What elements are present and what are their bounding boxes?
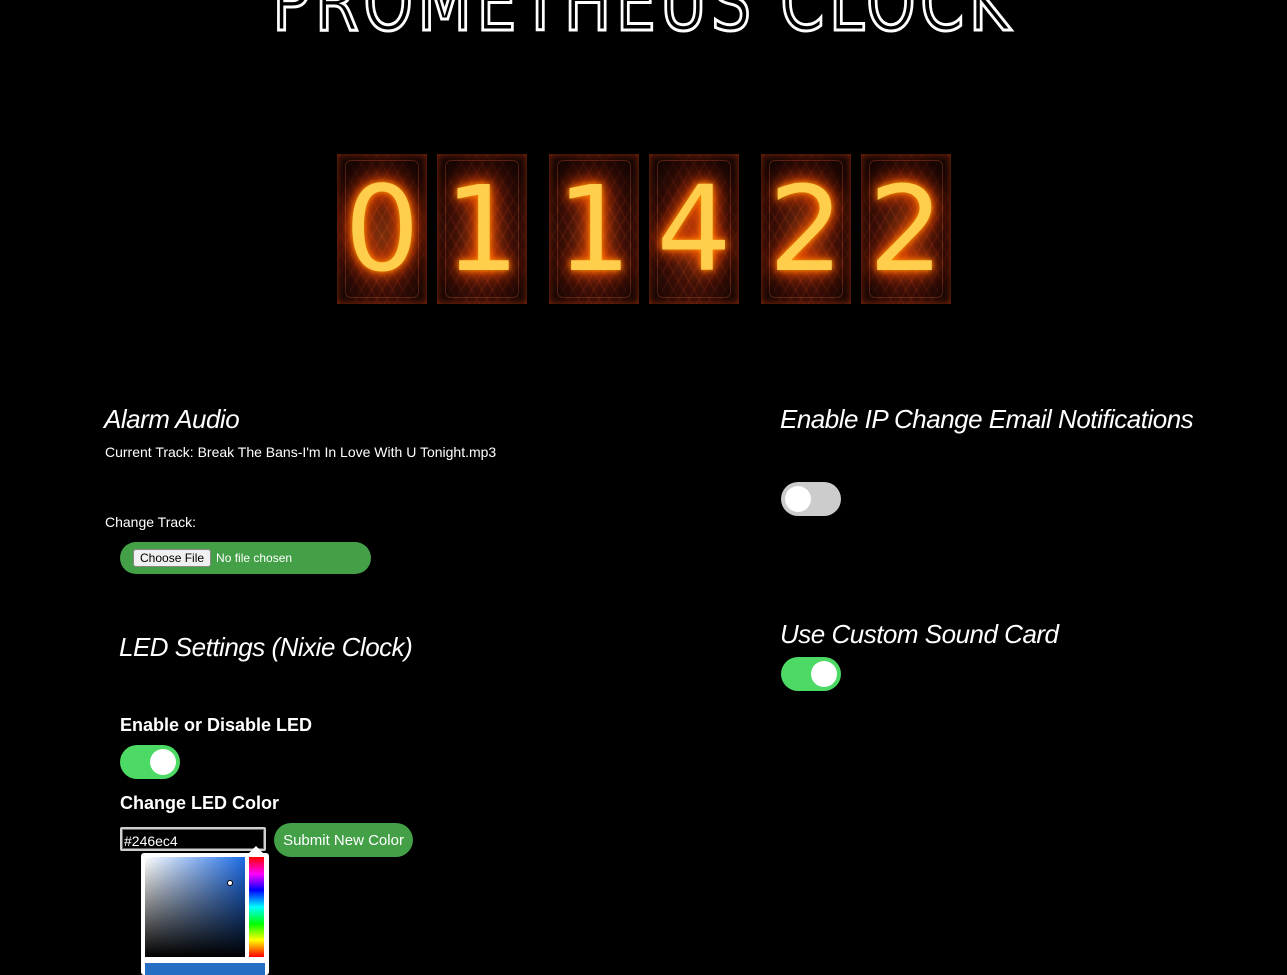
ip-notifications-toggle[interactable]	[781, 482, 841, 516]
nixie-tube: 2	[761, 154, 851, 304]
led-settings-heading: LED Settings (Nixie Clock)	[119, 632, 413, 662]
toggle-knob	[811, 661, 837, 687]
nixie-digit: 4	[656, 160, 732, 298]
nixie-tube: 2	[861, 154, 951, 304]
nixie-digit: 0	[344, 160, 420, 298]
page-title: PROMETHEUS CLOCK	[271, 0, 1015, 49]
current-track-text: Current Track: Break The Bans-I'm In Lov…	[105, 444, 497, 460]
nixie-tube: 1	[437, 154, 527, 304]
color-picker-handle[interactable]	[227, 880, 233, 886]
hue-slider[interactable]	[249, 857, 264, 957]
nixie-digit: 1	[444, 160, 520, 298]
submit-color-button[interactable]: Submit New Color	[274, 823, 413, 857]
nixie-tube: 0	[337, 154, 427, 304]
nixie-digit: 2	[868, 160, 944, 298]
custom-sound-card-heading: Use Custom Sound Card	[780, 619, 1059, 649]
nixie-tube: 4	[649, 154, 739, 304]
alarm-audio-heading: Alarm Audio	[104, 404, 240, 434]
nixie-tube: 1	[549, 154, 639, 304]
file-status-text: No file chosen	[216, 551, 293, 565]
color-preview-swatch	[145, 963, 265, 975]
choose-file-button[interactable]: Choose File	[133, 549, 212, 567]
toggle-knob	[785, 486, 811, 512]
ip-notifications-heading: Enable IP Change Email Notifications	[780, 404, 1194, 434]
saturation-value-area[interactable]	[145, 857, 245, 957]
enable-led-toggle[interactable]	[120, 745, 180, 779]
color-picker-popup	[141, 846, 269, 975]
change-led-color-label: Change LED Color	[120, 793, 280, 813]
change-track-label: Change Track:	[105, 514, 197, 530]
enable-led-label: Enable or Disable LED	[120, 715, 313, 735]
led-color-input[interactable]: #246ec4	[120, 827, 266, 851]
file-upload-field[interactable]: Choose File No file chosen	[120, 542, 371, 574]
custom-sound-card-toggle[interactable]	[781, 657, 841, 691]
nixie-digit: 1	[556, 160, 632, 298]
toggle-knob	[150, 749, 176, 775]
nixie-clock-display: 0 1 1 4 2 2	[0, 154, 1287, 304]
nixie-digit: 2	[768, 160, 844, 298]
